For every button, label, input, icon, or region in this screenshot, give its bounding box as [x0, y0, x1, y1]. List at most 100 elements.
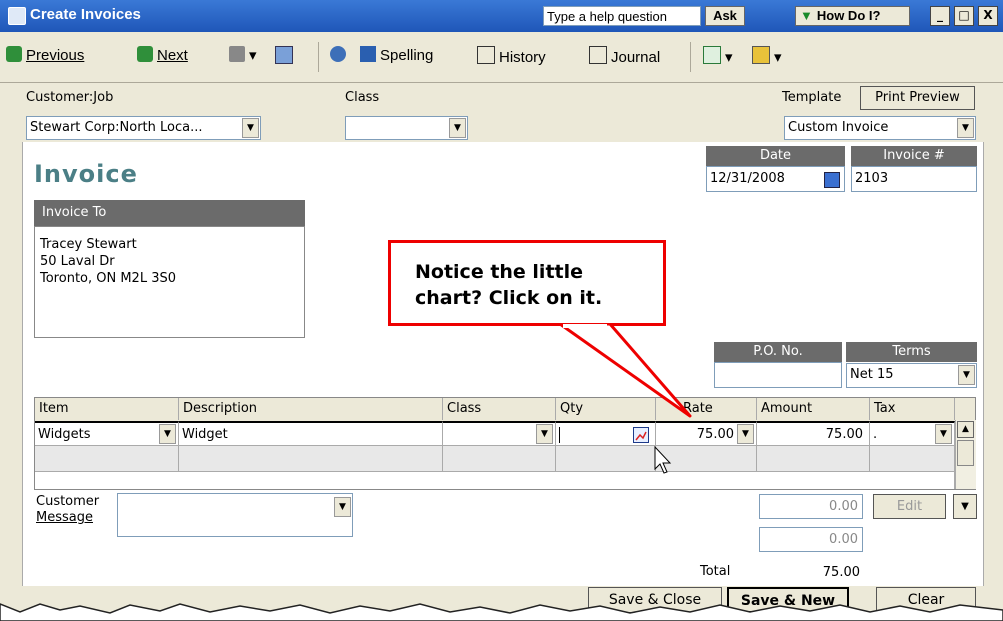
callout-pointer	[560, 324, 692, 418]
column-header-class[interactable]: Class	[443, 398, 556, 420]
table-cell-empty[interactable]	[870, 446, 955, 471]
customer-message-label-line: Customer	[36, 494, 100, 509]
column-header-item[interactable]: Item	[35, 398, 179, 420]
column-header-amount[interactable]: Amount	[757, 398, 870, 420]
print-preview-button[interactable]: Print Preview	[860, 86, 975, 110]
table-cell-rate[interactable]: 75.00 ▼	[656, 421, 757, 446]
toolbar-separator	[318, 42, 319, 72]
journal-icon	[589, 46, 607, 64]
calendar-icon	[703, 46, 721, 64]
invoice-number-field[interactable]: 2103	[851, 166, 977, 192]
table-cell-empty[interactable]	[35, 446, 179, 471]
send-button[interactable]	[275, 46, 297, 66]
column-header-description[interactable]: Description	[179, 398, 443, 420]
close-button[interactable]: X	[978, 6, 998, 26]
date-value: 12/31/2008	[710, 171, 785, 186]
subtotal-field: 0.00	[759, 494, 863, 519]
ask-button[interactable]: Ask	[705, 6, 745, 26]
table-cell-class[interactable]: ▼	[443, 421, 556, 446]
find-button[interactable]	[330, 46, 350, 64]
how-do-i-button[interactable]: ▼ How Do I?	[795, 6, 910, 26]
callout-line: Notice the little	[415, 261, 584, 283]
customer-job-label: Customer:Job	[26, 90, 114, 105]
date-header: Date	[706, 146, 845, 166]
triangle-down-icon: ▼	[800, 8, 813, 23]
previous-button[interactable]: Previous	[6, 46, 84, 64]
dropdown-arrow-icon[interactable]: ▼	[737, 424, 754, 444]
table-scrollbar[interactable]: ▲	[955, 420, 976, 489]
history-button[interactable]: History	[477, 46, 546, 66]
chart-icon	[635, 431, 647, 441]
calendar-icon[interactable]	[824, 172, 840, 188]
dropdown-arrow-icon: ▾	[725, 49, 733, 66]
dropdown-arrow-icon[interactable]: ▼	[536, 424, 553, 444]
table-row[interactable]	[35, 471, 955, 489]
dropdown-arrow-icon[interactable]: ▼	[957, 118, 974, 138]
edit-dropdown-arrow-icon[interactable]: ▼	[953, 494, 977, 519]
next-button[interactable]: Next	[137, 46, 188, 64]
terms-value: Net 15	[850, 367, 894, 382]
table-cell-tax[interactable]: . ▼	[870, 421, 955, 446]
table-cell-description[interactable]: Widget	[179, 421, 443, 446]
toolbar: Previous Next ▾ Spelling History Journal…	[0, 32, 1003, 83]
terms-header: Terms	[846, 342, 977, 362]
journal-button[interactable]: Journal	[589, 46, 660, 66]
spelling-button[interactable]: Spelling	[360, 46, 433, 64]
po-number-field[interactable]	[714, 362, 842, 388]
history-icon	[477, 46, 495, 64]
scroll-up-arrow-icon[interactable]: ▲	[957, 421, 974, 438]
dropdown-arrow-icon[interactable]: ▼	[449, 118, 466, 138]
date-field[interactable]: 12/31/2008	[706, 166, 845, 192]
invoice-number-header: Invoice #	[851, 146, 977, 166]
previous-icon	[6, 46, 22, 62]
title-bar: Create Invoices Type a help question Ask…	[0, 0, 1003, 33]
table-cell-empty[interactable]	[556, 446, 656, 471]
dropdown-arrow-icon[interactable]: ▼	[159, 424, 176, 444]
invoice-heading: Invoice	[34, 160, 138, 188]
maximize-button[interactable]: □	[954, 6, 974, 26]
customize-button[interactable]: ▾	[752, 46, 782, 66]
template-value: Custom Invoice	[788, 120, 889, 135]
item-value: Widgets	[38, 427, 91, 442]
table-cell-qty[interactable]	[556, 421, 656, 446]
customer-message-label: Customer Message	[36, 494, 99, 526]
history-label: History	[499, 49, 546, 66]
table-cell-amount[interactable]: 75.00	[757, 421, 870, 446]
total-label: Total	[700, 564, 731, 579]
torn-edge-decoration	[0, 603, 1003, 621]
table-cell-item[interactable]: Widgets ▼	[35, 421, 179, 446]
class-dropdown[interactable]: ▼	[345, 116, 468, 140]
bill-to-line: 50 Laval Dr	[40, 254, 115, 269]
table-cell-empty[interactable]	[179, 446, 443, 471]
column-header-tax[interactable]: Tax	[870, 398, 955, 420]
dropdown-arrow-icon[interactable]: ▼	[958, 365, 975, 385]
customer-job-dropdown[interactable]: Stewart Corp:North Loca... ▼	[26, 116, 261, 140]
print-button[interactable]: ▾	[229, 46, 257, 64]
item-chart-icon[interactable]	[633, 427, 649, 443]
bill-to-address[interactable]: Tracey Stewart 50 Laval Dr Toronto, ON M…	[34, 226, 305, 338]
callout-line: chart? Click on it.	[415, 287, 603, 309]
next-icon	[137, 46, 153, 62]
previous-label: Previous	[26, 47, 85, 64]
minimize-button[interactable]: _	[930, 6, 950, 26]
attach-button[interactable]: ▾	[703, 46, 733, 66]
journal-label: Journal	[611, 49, 661, 66]
customer-message-dropdown[interactable]: ▼	[117, 493, 353, 537]
edit-button[interactable]: Edit	[873, 494, 946, 519]
template-dropdown[interactable]: Custom Invoice ▼	[784, 116, 976, 140]
dropdown-arrow-icon[interactable]: ▼	[334, 497, 351, 517]
how-do-i-label: How Do I?	[816, 8, 881, 23]
dropdown-arrow-icon: ▾	[774, 49, 782, 66]
invoice-to-header: Invoice To	[34, 200, 305, 226]
spelling-check-icon	[360, 46, 376, 62]
customer-message-label-line: Message	[36, 510, 93, 525]
terms-dropdown[interactable]: Net 15 ▼	[846, 363, 977, 388]
help-question-input[interactable]: Type a help question	[543, 6, 701, 26]
dropdown-arrow-icon[interactable]: ▼	[242, 118, 259, 138]
tutorial-callout: Notice the little chart? Click on it.	[388, 240, 666, 326]
scrollbar-thumb[interactable]	[957, 440, 974, 466]
table-cell-empty[interactable]	[757, 446, 870, 471]
dropdown-arrow-icon[interactable]: ▼	[935, 424, 952, 444]
table-cell-empty[interactable]	[443, 446, 556, 471]
tax-value: .	[873, 427, 878, 442]
